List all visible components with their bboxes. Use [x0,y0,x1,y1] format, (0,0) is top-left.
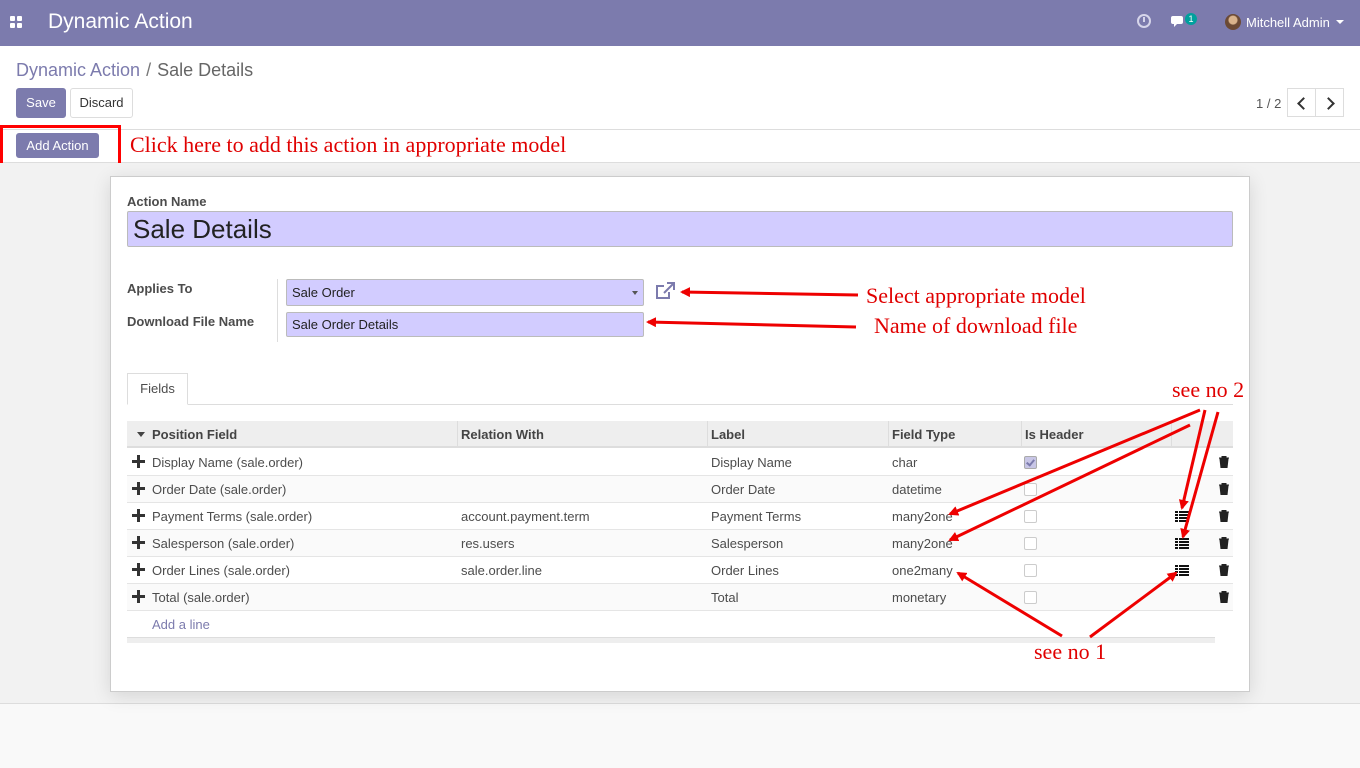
chevron-down-icon[interactable] [632,291,638,295]
cell-position-field: Payment Terms (sale.order) [152,509,313,524]
cell-label: Salesperson [711,536,784,551]
breadcrumb-parent-link[interactable]: Dynamic Action [16,60,140,80]
breadcrumb-separator: / [146,60,152,80]
applies-to-label: Applies To [127,281,193,296]
column-divider [457,421,458,446]
app-title[interactable]: Dynamic Action [48,10,193,34]
download-file-name-input[interactable]: Sale Order Details [286,312,644,337]
trash-icon[interactable] [1219,537,1229,549]
column-divider [1021,421,1022,446]
cell-field-type: one2many [892,563,953,578]
is-header-checkbox[interactable] [1024,537,1037,550]
annotation-download-name: Name of download file [874,313,1078,338]
table-header: Position Field Relation With Label Field… [127,421,1233,448]
breadcrumb: Dynamic Action / Sale Details [16,60,253,81]
table-row[interactable]: Salesperson (sale.order) res.users Sales… [127,530,1233,557]
breadcrumb-current: Sale Details [157,60,254,80]
cell-field-type: many2one [892,536,953,551]
cell-label: Total [711,590,739,605]
top-navbar: Dynamic Action 1 Mitchell Admin [0,0,1360,46]
control-panel: Dynamic Action / Sale Details Save Discard… [0,46,1360,130]
cell-position-field: Order Date (sale.order) [152,482,287,497]
pager-previous-button[interactable] [1287,88,1316,117]
is-header-checkbox[interactable] [1024,483,1037,496]
subfields-list-icon[interactable] [1175,511,1189,522]
annotation-highlight-box [0,125,121,167]
trash-icon[interactable] [1219,510,1229,522]
is-header-checkbox[interactable] [1024,510,1037,523]
column-header-is-header[interactable]: Is Header [1025,427,1084,442]
applies-to-select[interactable]: Sale Order [286,279,644,306]
subfields-list-icon[interactable] [1175,565,1189,576]
external-link-icon[interactable] [655,282,676,301]
table-row[interactable]: Order Date (sale.order) Order Date datet… [127,476,1233,503]
discard-button[interactable]: Discard [70,88,133,118]
cell-label: Order Date [711,482,776,497]
add-a-line-link[interactable]: Add a line [152,617,210,632]
cell-field-type: many2one [892,509,953,524]
annotation-see-no-1: see no 1 [1034,639,1107,664]
drag-handle-icon[interactable] [132,563,145,576]
table-row[interactable]: Total (sale.order) Total monetary [127,584,1233,611]
is-header-checkbox[interactable] [1024,564,1037,577]
table-row[interactable]: Payment Terms (sale.order) account.payme… [127,503,1233,530]
column-header-relation-with[interactable]: Relation With [461,427,544,442]
cell-position-field: Total (sale.order) [152,590,250,605]
annotation-select-model: Select appropriate model [866,283,1086,308]
apps-grid-icon[interactable] [10,16,23,29]
cell-position-field: Order Lines (sale.order) [152,563,290,578]
chat-count-badge: 1 [1185,13,1197,25]
table-row[interactable]: Order Lines (sale.order) sale.order.line… [127,557,1233,584]
save-button[interactable]: Save [16,88,66,118]
column-divider [1171,421,1172,446]
tab-divider [127,404,1233,405]
drag-handle-icon[interactable] [132,536,145,549]
cell-position-field: Display Name (sale.order) [152,455,303,470]
cell-relation-with: sale.order.line [461,563,542,578]
pager-value[interactable]: 1 / 2 [1256,96,1281,111]
cell-field-type: char [892,455,918,470]
annotation-see-no-2: see no 2 [1172,377,1245,402]
cell-label: Order Lines [711,563,779,578]
subfields-list-icon[interactable] [1175,538,1189,549]
activity-clock-icon[interactable] [1137,14,1151,28]
trash-icon[interactable] [1219,564,1229,576]
cell-relation-with: account.payment.term [461,509,590,524]
column-divider [707,421,708,446]
chat-icon[interactable] [1171,15,1186,28]
tab-fields[interactable]: Fields [127,373,188,405]
column-divider [888,421,889,446]
drag-handle-icon[interactable] [132,590,145,603]
table-row[interactable]: Display Name (sale.order) Display Name c… [127,449,1233,476]
trash-icon[interactable] [1219,591,1229,603]
field-separator [277,279,278,342]
cell-field-type: monetary [892,590,947,605]
drag-handle-icon[interactable] [132,482,145,495]
column-header-position-field[interactable]: Position Field [152,427,237,442]
column-header-label[interactable]: Label [711,427,745,442]
user-name[interactable]: Mitchell Admin [1246,15,1330,30]
action-name-input[interactable]: Sale Details [127,211,1233,247]
column-header-field-type[interactable]: Field Type [892,427,955,442]
chevron-down-icon[interactable] [1336,20,1344,24]
download-file-name-label: Download File Name [127,314,255,329]
cell-label: Display Name [711,455,792,470]
trash-icon[interactable] [1219,456,1229,468]
trash-icon[interactable] [1219,483,1229,495]
cell-position-field: Salesperson (sale.order) [152,536,295,551]
is-header-checkbox[interactable] [1024,591,1037,604]
user-avatar[interactable] [1225,14,1241,30]
cell-label: Payment Terms [711,509,802,524]
cell-relation-with: res.users [461,536,515,551]
annotation-add-action: Click here to add this action in appropr… [130,132,567,157]
drag-handle-icon[interactable] [132,455,145,468]
action-name-label: Action Name [127,194,207,209]
sort-caret-icon[interactable] [137,432,145,437]
cell-field-type: datetime [892,482,942,497]
pager-next-button[interactable] [1315,88,1344,117]
is-header-checkbox[interactable] [1024,456,1037,469]
drag-handle-icon[interactable] [132,509,145,522]
